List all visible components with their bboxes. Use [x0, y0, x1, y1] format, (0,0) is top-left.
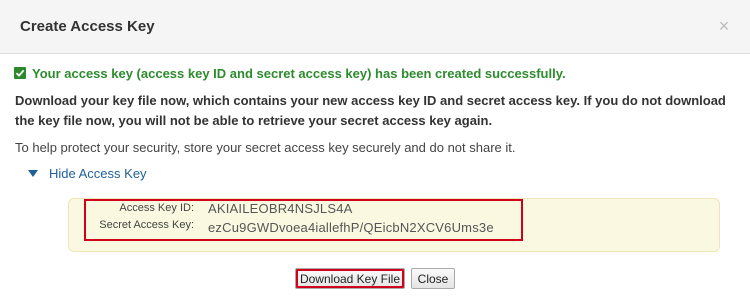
- success-message: Your access key (access key ID and secre…: [14, 65, 566, 81]
- dialog-title: Create Access Key: [20, 18, 155, 35]
- close-button[interactable]: Close: [411, 268, 455, 289]
- download-instruction: Download your key file now, which contai…: [15, 93, 726, 128]
- access-key-id-value: AKIAILEOBR4NSJLS4A: [208, 201, 353, 216]
- access-key-id-label: Access Key ID:: [119, 202, 194, 214]
- close-icon[interactable]: ×: [716, 17, 732, 35]
- triangle-down-icon: [28, 169, 38, 177]
- checkmark-icon: [14, 67, 26, 79]
- success-text: Your access key (access key ID and secre…: [32, 65, 566, 81]
- secret-access-key-value: ezCu9GWDvoea4iallefhP/QEicbN2XCV6Ums3e: [208, 220, 494, 235]
- create-access-key-dialog: Create Access Key × Your access key (acc…: [0, 0, 750, 300]
- download-key-file-button[interactable]: Download Key File: [295, 268, 405, 289]
- hide-access-key-toggle[interactable]: Hide Access Key: [28, 165, 147, 181]
- security-note: To help protect your security, store you…: [15, 140, 516, 155]
- hide-access-key-link[interactable]: Hide Access Key: [49, 166, 147, 181]
- dialog-header: Create Access Key ×: [0, 0, 750, 54]
- secret-access-key-label: Secret Access Key:: [99, 219, 194, 231]
